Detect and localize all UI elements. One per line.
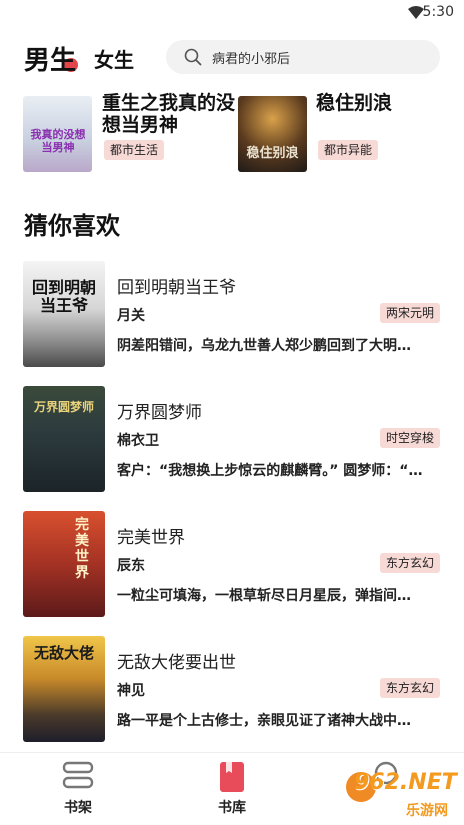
header: 男生 女生 病君的小邪后 (0, 28, 464, 90)
list-item[interactable]: 回到明朝当王爷 回到明朝当王爷 月关 两宋元明 阴差阳错间，乌龙九世善人郑少鹏回… (0, 261, 464, 369)
list-item[interactable]: 万界圆梦师 万界圆梦师 棉衣卫 时空穿梭 客户：“我想换上步惊云的麒麟臂。” 圆… (0, 386, 464, 494)
book-title-cont: 想当男神 (102, 114, 179, 136)
nav-label: 书架 (64, 800, 92, 816)
book-cover: 无敌大佬 (23, 636, 105, 742)
cover-title: 稳住别浪 (246, 146, 299, 161)
section-title: 猜你喜欢 (24, 212, 120, 240)
book-cover: 回到明朝当王爷 (23, 261, 105, 367)
book-title: 无敌大佬要出世 (117, 653, 236, 673)
book-cover: 我真的没想当男神 (23, 96, 92, 172)
list-item[interactable]: 完美世界 完美世界 辰东 东方玄幻 一粒尘可填海，一根草斩尽日月星辰，弹指间… (0, 511, 464, 619)
book-description: 阴差阳错间，乌龙九世善人郑少鹏回到了大明… (117, 338, 411, 354)
tab-male[interactable]: 男生 (24, 40, 76, 77)
watermark-logo: 962.NET 乐游网 (346, 770, 458, 822)
genre-tag: 都市异能 (318, 140, 379, 160)
cover-title: 完美世界 (75, 517, 89, 581)
status-time: 5:30 (422, 4, 454, 20)
cover-title: 无敌大佬 (33, 644, 94, 662)
book-author: 辰东 (117, 558, 145, 574)
nav-label: 书库 (218, 800, 246, 816)
search-input[interactable]: 病君的小邪后 (166, 40, 440, 74)
cover-title: 万界圆梦师 (33, 400, 94, 414)
nav-library[interactable]: 书库 (172, 753, 292, 825)
genre-tag: 都市生活 (104, 140, 165, 160)
search-icon (184, 48, 202, 66)
book-title: 重生之我真的没 (102, 92, 236, 114)
tab-female[interactable]: 女生 (94, 44, 134, 73)
book-cover: 完美世界 (23, 511, 105, 617)
book-title: 稳住别浪 (316, 92, 393, 114)
list-item[interactable]: 无敌大佬 无敌大佬要出世 神见 东方玄幻 路一平是个上古修士，亲眼见证了诸神大战… (0, 636, 464, 744)
book-cover: 万界圆梦师 (23, 386, 105, 492)
book-author: 月关 (117, 308, 145, 324)
book-author: 棉衣卫 (117, 433, 159, 449)
book-description: 路一平是个上古修士，亲眼见证了诸神大战中… (117, 713, 411, 729)
book-title: 万界圆梦师 (117, 403, 202, 423)
genre-tag: 两宋元明 (379, 303, 440, 323)
genre-tag: 东方玄幻 (379, 678, 440, 698)
genre-tag: 东方玄幻 (379, 553, 440, 573)
book-description: 客户：“我想换上步惊云的麒麟臂。” 圆梦师：“… (117, 463, 423, 479)
cover-title: 我真的没想当男神 (30, 128, 86, 154)
book-title: 完美世界 (117, 528, 185, 548)
search-placeholder: 病君的小邪后 (212, 52, 291, 67)
genre-tag: 时空穿梭 (379, 428, 440, 448)
status-bar: 5:30 (0, 0, 464, 28)
library-book-icon (220, 762, 244, 792)
bookshelf-icon (62, 761, 94, 789)
book-description: 一粒尘可填海，一根草斩尽日月星辰，弹指间… (117, 588, 411, 604)
nav-bookshelf[interactable]: 书架 (18, 753, 138, 825)
book-title: 回到明朝当王爷 (117, 278, 236, 298)
book-cover: 稳住别浪 (238, 96, 307, 172)
book-author: 神见 (117, 683, 145, 699)
featured-books: 我真的没想当男神 重生之我真的没 想当男神 都市生活 稳住别浪 稳住别浪 都市异… (0, 92, 464, 176)
cover-title: 回到明朝当王爷 (31, 278, 96, 315)
